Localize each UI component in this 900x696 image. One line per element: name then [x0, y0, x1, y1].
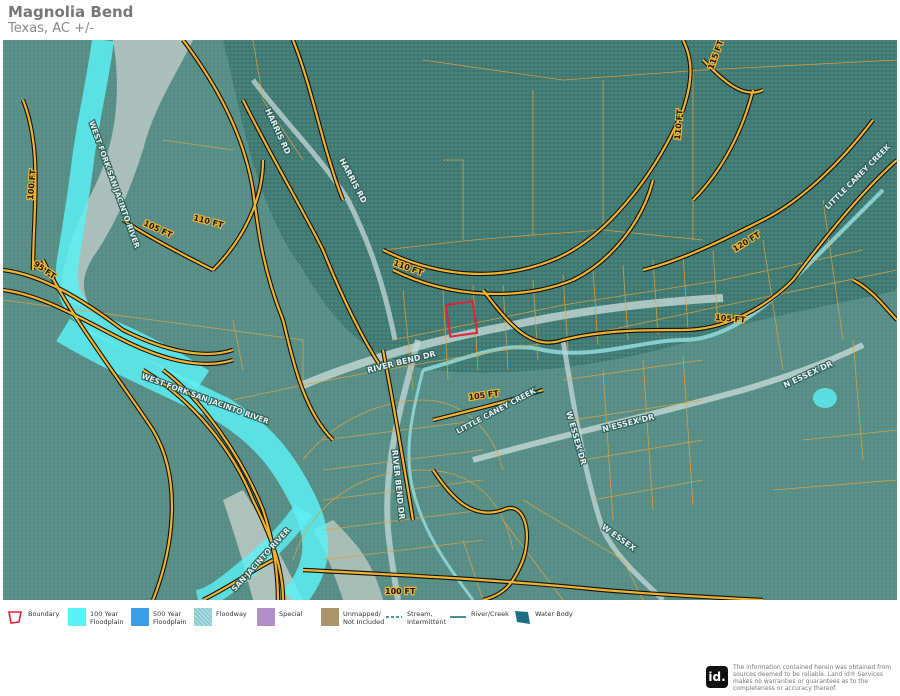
page-title: Magnolia Bend	[8, 3, 134, 21]
water-body	[813, 388, 837, 408]
stream-intermittent-icon	[386, 616, 402, 618]
legend-item-water-body: Water Body	[513, 608, 583, 626]
legend-item-floodway: Floodway	[194, 608, 257, 626]
disclaimer-text: The information contained herein was obt…	[733, 664, 892, 692]
legend-label: 500 Year Floodplain	[153, 610, 187, 626]
legend-item-500yr: 500 Year Floodplain	[131, 608, 194, 626]
legend-item-special: Special	[257, 608, 321, 626]
legend-label: Unmapped/ Not Included	[343, 610, 385, 626]
legend-label: River/Creek	[471, 610, 509, 618]
legend-label: Stream, Intermittent	[407, 610, 447, 626]
legend-item-100yr: 100 Year Floodplain	[68, 608, 131, 626]
legend-label: Special	[279, 610, 303, 618]
floodplain-100-icon	[68, 608, 86, 626]
legend-label: Water Body	[535, 610, 573, 618]
river-creek-icon	[450, 616, 466, 618]
map-legend: Boundary 100 Year Floodplain 500 Year Fl…	[6, 608, 583, 630]
water-body-icon	[515, 611, 530, 624]
legend-label: 100 Year Floodplain	[90, 610, 124, 626]
unmapped-icon	[321, 608, 339, 626]
legend-label: Floodway	[216, 610, 247, 618]
floodway-icon	[194, 608, 212, 626]
legend-item-unmapped: Unmapped/ Not Included	[321, 608, 385, 626]
legend-item-river: River/Creek	[449, 608, 513, 626]
page-subtitle: Texas, AC +/-	[8, 21, 95, 36]
special-icon	[257, 608, 275, 626]
brand-logo: id.	[706, 666, 728, 688]
legend-item-boundary: Boundary	[6, 608, 68, 626]
floodplain-500-icon	[131, 608, 149, 626]
contour-label: 100 FT	[385, 587, 416, 596]
map-view[interactable]: HARRIS RD HARRIS RD RIVER BEND DR RIVER …	[3, 40, 897, 600]
legend-label: Boundary	[28, 610, 60, 618]
legend-item-stream: Stream, Intermittent	[385, 608, 449, 626]
boundary-icon	[8, 611, 22, 624]
